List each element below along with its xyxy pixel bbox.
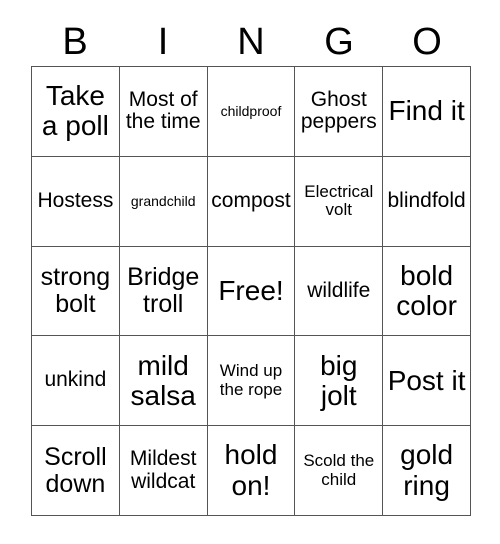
bingo-cell-i1[interactable]: Most of the time — [119, 67, 208, 157]
bingo-cell-label: Scroll down — [44, 442, 107, 498]
bingo-cell-label: bold color — [396, 259, 457, 321]
bingo-cell-label: childproof — [220, 102, 282, 119]
bingo-cell-i2[interactable]: grandchild — [119, 156, 208, 247]
bingo-cell-label: Take a poll — [41, 80, 109, 142]
bingo-cell-n5[interactable]: hold on! — [207, 426, 296, 516]
bingo-free-space-label: Free! — [218, 274, 284, 306]
bingo-header-letter-i: I — [157, 21, 169, 63]
bingo-cell-label: Ghost peppers — [300, 87, 377, 134]
bingo-cell-n2[interactable]: compost — [207, 156, 296, 247]
bingo-header-letter-o: O — [412, 21, 442, 63]
bingo-cell-g4[interactable]: big jolt — [295, 336, 384, 427]
bingo-header-letter-n: N — [237, 21, 265, 63]
bingo-cell-n1[interactable]: childproof — [207, 67, 296, 157]
bingo-cell-i4[interactable]: mild salsa — [119, 336, 208, 427]
bingo-header-row: B I N G O — [31, 18, 471, 66]
bingo-grid: Take a poll Most of the time childproof … — [31, 66, 471, 516]
bingo-cell-label: hold on! — [224, 439, 278, 501]
bingo-card: B I N G O Take a poll Most of the time c… — [0, 0, 500, 544]
bingo-cell-label: mild salsa — [130, 349, 196, 411]
bingo-cell-free-space[interactable]: Free! — [207, 246, 296, 337]
bingo-cell-g2[interactable]: Electrical volt — [295, 156, 384, 247]
bingo-cell-b3[interactable]: strong bolt — [32, 246, 120, 337]
bingo-cell-label: Find it — [388, 95, 465, 127]
bingo-cell-b4[interactable]: unkind — [32, 336, 120, 427]
bingo-cell-label: unkind — [44, 368, 107, 392]
bingo-cell-label: Wind up the rope — [219, 361, 283, 399]
bingo-cell-label: Most of the time — [125, 87, 201, 134]
bingo-cell-o4[interactable]: Post it — [383, 336, 471, 427]
bingo-cell-b1[interactable]: Take a poll — [32, 67, 120, 157]
bingo-cell-b5[interactable]: Scroll down — [32, 426, 120, 516]
bingo-cell-o3[interactable]: bold color — [383, 246, 471, 337]
bingo-cell-label: Bridge troll — [127, 262, 200, 318]
bingo-cell-label: grandchild — [130, 192, 196, 209]
bingo-header-letter-g: G — [324, 21, 354, 63]
bingo-cell-o2[interactable]: blindfold — [383, 156, 471, 247]
bingo-cell-o5[interactable]: gold ring — [383, 426, 471, 516]
bingo-cell-label: big jolt — [320, 349, 358, 411]
bingo-cell-label: Post it — [387, 364, 466, 396]
bingo-cell-label: Mildest wildcat — [129, 446, 197, 493]
bingo-cell-label: blindfold — [387, 188, 466, 212]
bingo-cell-label: gold ring — [400, 439, 454, 501]
bingo-header-letter-b: B — [62, 21, 88, 63]
bingo-cell-label: Electrical volt — [304, 181, 374, 220]
bingo-cell-g5[interactable]: Scold the child — [295, 426, 384, 516]
bingo-cell-label: Scold the child — [303, 451, 375, 489]
bingo-cell-i3[interactable]: Bridge troll — [119, 246, 208, 337]
bingo-cell-label: wildlife — [307, 278, 371, 302]
bingo-cell-g3[interactable]: wildlife — [295, 246, 384, 337]
bingo-cell-label: compost — [211, 188, 291, 212]
bingo-cell-o1[interactable]: Find it — [383, 67, 471, 157]
bingo-cell-g1[interactable]: Ghost peppers — [295, 67, 384, 157]
bingo-cell-i5[interactable]: Mildest wildcat — [119, 426, 208, 516]
bingo-cell-label: strong bolt — [40, 262, 111, 318]
bingo-cell-b2[interactable]: Hostess — [32, 156, 120, 247]
bingo-cell-n4[interactable]: Wind up the rope — [207, 336, 296, 427]
bingo-cell-label: Hostess — [37, 188, 114, 212]
